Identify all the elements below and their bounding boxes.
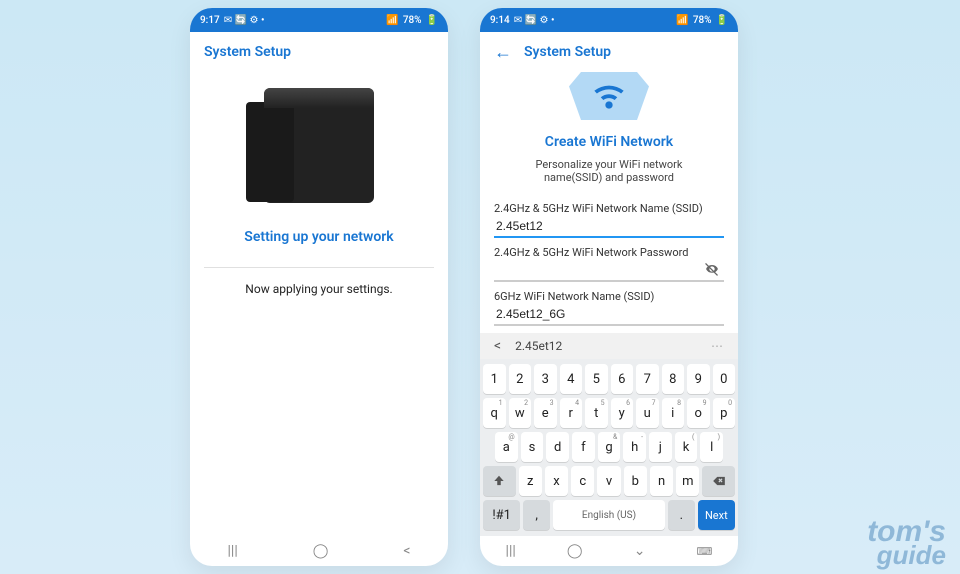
app-header: ← System Setup [480,32,738,72]
android-nav-bar: ||| ◯ ⌄ ⌨ [480,536,738,566]
key-s[interactable]: s [521,432,544,462]
key-f[interactable]: f [572,432,595,462]
key-e[interactable]: e3 [534,398,557,428]
phone-left: 9:17 ✉ 🔄 ⚙ • 📶 78% 🔋 System Setup Settin… [190,8,448,566]
key-4[interactable]: 4 [560,364,583,394]
key-2[interactable]: 2 [509,364,532,394]
key-y[interactable]: y6 [611,398,634,428]
battery-icon: 🔋 [426,15,438,26]
key-5[interactable]: 5 [585,364,608,394]
key-7[interactable]: 7 [636,364,659,394]
key-row-numbers: 1234567890 [483,364,735,394]
clock: 9:14 [490,15,510,26]
backspace-key[interactable] [702,466,735,496]
period-key[interactable]: . [668,500,695,530]
ssid-6-input[interactable] [494,303,724,326]
setup-body: Now applying your settings. [245,282,392,296]
key-v[interactable]: v [597,466,620,496]
page-title: System Setup [524,44,611,60]
key-a[interactable]: a@ [495,432,518,462]
key-n[interactable]: n [650,466,673,496]
symbol-key[interactable]: !#1 [483,500,520,530]
watermark: tom's guide [867,520,946,566]
key-p[interactable]: p0 [713,398,736,428]
home-button[interactable]: ◯ [313,543,329,559]
key-3[interactable]: 3 [534,364,557,394]
back-arrow-icon[interactable]: ← [494,42,512,63]
suggestion-more-icon[interactable]: ⋯ [711,339,724,353]
key-6[interactable]: 6 [611,364,634,394]
suggestion-text[interactable]: 2.45et12 [515,339,562,353]
signal-icon: 📶 [386,15,398,26]
key-t[interactable]: t5 [585,398,608,428]
key-j[interactable]: j [649,432,672,462]
space-key[interactable]: English (US) [553,500,665,530]
status-icons-left: ✉ 🔄 ⚙ • [224,15,265,26]
home-button[interactable]: ◯ [567,543,583,559]
key-o[interactable]: o9 [687,398,710,428]
setup-title: Setting up your network [244,229,393,245]
next-key[interactable]: Next [698,500,735,530]
password-24-5-input[interactable] [494,259,724,282]
key-9[interactable]: 9 [687,364,710,394]
key-z[interactable]: z [519,466,542,496]
divider [204,267,434,268]
comma-key[interactable]: , [523,500,550,530]
suggestion-back-icon[interactable]: < [494,338,501,354]
key-row-asdf: a@sdfg&h-jk(l) [483,432,735,462]
router-image [264,88,374,203]
battery-pct: 78% [693,15,712,26]
key-1[interactable]: 1 [483,364,506,394]
soft-keyboard: 1234567890 q1w2e3r4t5y6u7i8o9p0 a@sdfg&h… [480,359,738,536]
ime-hide-button[interactable]: ⌄ [634,543,646,559]
clock: 9:17 [200,15,220,26]
wifi-badge [569,72,649,120]
key-h[interactable]: h- [623,432,646,462]
key-row-qwerty: q1w2e3r4t5y6u7i8o9p0 [483,398,735,428]
key-q[interactable]: q1 [483,398,506,428]
recents-button[interactable]: ||| [506,543,516,559]
status-bar: 9:14 ✉ 🔄 ⚙ • 📶 78% 🔋 [480,8,738,32]
key-c[interactable]: c [571,466,594,496]
key-r[interactable]: r4 [560,398,583,428]
ssid-24-5-label: 2.4GHz & 5GHz WiFi Network Name (SSID) [494,202,703,215]
card-subtitle: Personalize your WiFi network name(SSID)… [494,158,724,184]
key-d[interactable]: d [546,432,569,462]
status-icons-left: ✉ 🔄 ⚙ • [514,15,555,26]
status-bar: 9:17 ✉ 🔄 ⚙ • 📶 78% 🔋 [190,8,448,32]
visibility-off-icon[interactable] [704,261,720,277]
key-w[interactable]: w2 [509,398,532,428]
key-8[interactable]: 8 [662,364,685,394]
key-b[interactable]: b [624,466,647,496]
watermark-line2: guide [867,545,946,566]
back-button[interactable]: < [403,543,410,559]
battery-icon: 🔋 [716,15,728,26]
battery-pct: 78% [403,15,422,26]
ssid-24-5-input[interactable] [494,215,724,238]
key-row-bottom: !#1 , English (US) . Next [483,500,735,530]
page-title: System Setup [204,44,291,60]
ssid-6-label: 6GHz WiFi Network Name (SSID) [494,290,654,303]
phone-right: 9:14 ✉ 🔄 ⚙ • 📶 78% 🔋 ← System Setup Crea… [480,8,738,566]
key-g[interactable]: g& [598,432,621,462]
app-header: System Setup [190,32,448,72]
keyboard-switch-icon[interactable]: ⌨ [697,545,713,558]
key-l[interactable]: l) [700,432,723,462]
recents-button[interactable]: ||| [227,543,237,559]
key-0[interactable]: 0 [713,364,736,394]
card-title: Create WiFi Network [545,134,673,150]
password-24-5-label: 2.4GHz & 5GHz WiFi Network Password [494,246,688,259]
key-x[interactable]: x [545,466,568,496]
key-k[interactable]: k( [675,432,698,462]
wifi-icon [587,72,631,120]
signal-icon: 📶 [676,15,688,26]
key-u[interactable]: u7 [636,398,659,428]
key-i[interactable]: i8 [662,398,685,428]
key-row-zxcv: zxcvbnm [483,466,735,496]
keyboard-suggestion-bar: < 2.45et12 ⋯ [480,333,738,359]
key-m[interactable]: m [676,466,699,496]
shift-key[interactable] [483,466,516,496]
android-nav-bar: ||| ◯ < [190,536,448,566]
